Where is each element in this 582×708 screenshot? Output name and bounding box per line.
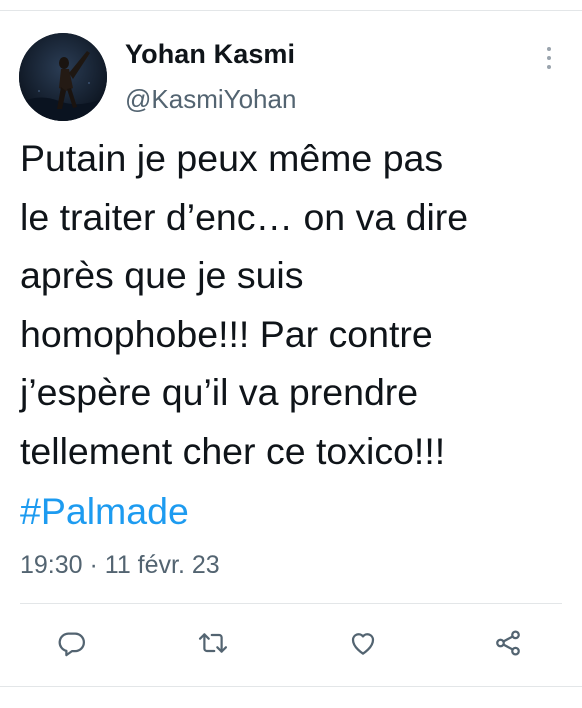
- share-button[interactable]: [490, 625, 526, 661]
- retweet-icon: [198, 633, 228, 653]
- avatar-image: [19, 33, 107, 121]
- heart-icon: [351, 633, 375, 655]
- tweet-text: Putain je peux même pas le traiter d’enc…: [20, 137, 469, 472]
- avatar[interactable]: [19, 33, 107, 121]
- author-name[interactable]: Yohan Kasmi: [125, 39, 295, 70]
- author-handle[interactable]: @KasmiYohan: [125, 84, 296, 115]
- more-vertical-icon[interactable]: [538, 45, 560, 71]
- top-divider: [0, 10, 582, 11]
- actions-divider: [20, 603, 562, 604]
- hashtag-link[interactable]: #Palmade: [20, 482, 189, 541]
- tweet-timestamp[interactable]: 19:30 · 11 févr. 23: [20, 551, 220, 580]
- bottom-divider: [0, 686, 582, 687]
- like-button[interactable]: [345, 625, 381, 661]
- reply-button[interactable]: [54, 625, 90, 661]
- reply-icon: [58, 632, 85, 657]
- share-icon: [496, 630, 520, 656]
- retweet-button[interactable]: [195, 625, 231, 661]
